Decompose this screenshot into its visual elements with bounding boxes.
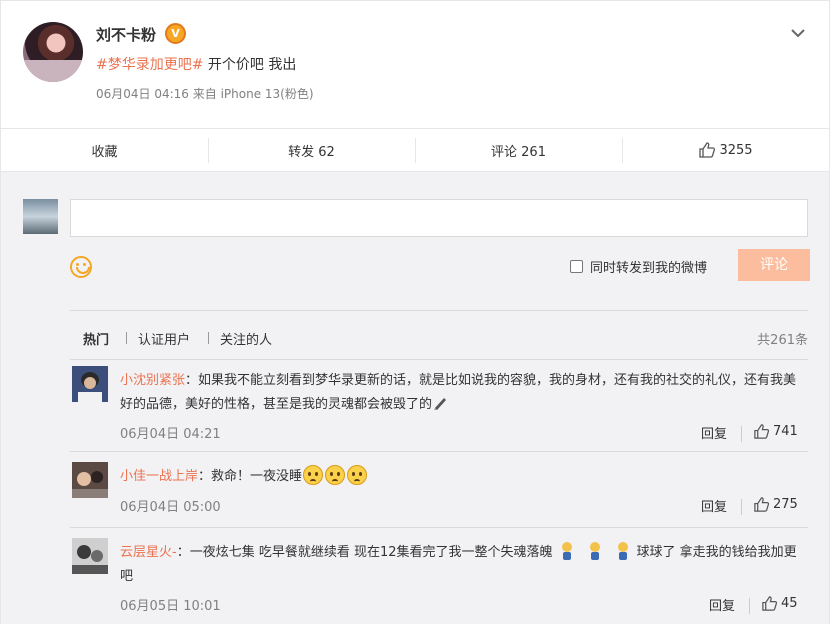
comment-text: ：救命！一夜没睡 <box>198 469 303 484</box>
comment-body: 小沈别紧张：如果我不能立刻看到梦华录更新的话，就是比如说我的容貌，我的身材，还有… <box>120 369 804 417</box>
figure-emoji-icon <box>617 542 628 560</box>
comment-like-button[interactable]: 45 <box>761 595 798 612</box>
post-action-bar: 收藏 转发 62 评论 261 3255 <box>0 128 830 172</box>
comment-like-count: 275 <box>773 497 798 512</box>
forward-label[interactable]: 同时转发到我的微博 <box>590 257 707 276</box>
filter-verified[interactable]: 认证用户 <box>138 329 190 348</box>
reply-button[interactable]: 回复 <box>701 496 727 515</box>
figure-emoji-icon <box>589 542 600 560</box>
chevron-down-icon[interactable] <box>788 25 808 41</box>
post-body: 开个价吧 我出 <box>203 57 297 73</box>
repost-button[interactable]: 转发 62 <box>208 129 415 171</box>
repost-label: 转发 62 <box>288 144 335 160</box>
comment-text: ：如果我不能立刻看到梦华录更新的话，就是比如说我的容貌，我的身材，还有我的社交的… <box>120 373 797 412</box>
comment-time: 06月04日 04:21 <box>120 427 221 442</box>
current-user-avatar <box>23 199 58 234</box>
verified-badge-icon: V <box>165 23 186 44</box>
divider <box>749 598 750 614</box>
comment-like-count: 741 <box>773 424 798 439</box>
divider <box>741 426 742 442</box>
emoji-picker-icon[interactable] <box>70 256 92 278</box>
filter-divider <box>208 332 209 344</box>
comment-like-button[interactable]: 741 <box>753 423 798 440</box>
comment-section: 同时转发到我的微博 评论 热门 认证用户 关注的人 共261条 小沈别紧张：如果… <box>0 172 830 624</box>
comment-filter-bar: 热门 认证用户 关注的人 共261条 <box>70 310 808 360</box>
forward-checkbox[interactable] <box>570 260 583 273</box>
reply-button[interactable]: 回复 <box>701 423 727 442</box>
post-header: 刘不卡粉 V #梦华录加更吧# 开个价吧 我出 06月04日 04:16 来自 … <box>0 0 830 128</box>
favorite-label: 收藏 <box>91 144 118 160</box>
comment-username[interactable]: 小佳一战上岸 <box>120 469 198 484</box>
comment-body: 小佳一战上岸：救命！一夜没睡 <box>120 465 804 489</box>
sad-emoji-icon <box>325 465 346 485</box>
figure-emoji-icon <box>561 542 572 560</box>
favorite-button[interactable]: 收藏 <box>1 129 208 171</box>
reply-button[interactable]: 回复 <box>709 595 735 614</box>
like-count: 3255 <box>719 142 753 158</box>
comment-avatar[interactable] <box>72 366 108 402</box>
comment-text: ：一夜炫七集 吃早餐就继续看 现在12集看完了我一整个失魂落魄 <box>176 545 553 560</box>
thumbs-up-icon <box>699 142 716 158</box>
comment-avatar[interactable] <box>72 462 108 498</box>
comment-item: 云层星火-：一夜炫七集 吃早餐就继续看 现在12集看完了我一整个失魂落魄 球球了 … <box>70 538 808 624</box>
post-meta: 06月04日 04:16 来自 iPhone 13(粉色) <box>96 87 314 101</box>
comment-button[interactable]: 评论 261 <box>415 129 622 171</box>
thumbs-up-icon <box>754 424 770 439</box>
thumbs-up-icon <box>754 497 770 512</box>
post-text: #梦华录加更吧# 开个价吧 我出 <box>96 54 296 74</box>
comment-time: 06月05日 10:01 <box>120 599 221 614</box>
submit-comment-button[interactable]: 评论 <box>738 249 810 281</box>
comment-like-count: 45 <box>781 596 798 611</box>
comment-body: 云层星火-：一夜炫七集 吃早餐就继续看 现在12集看完了我一整个失魂落魄 球球了 … <box>120 541 804 589</box>
filter-following[interactable]: 关注的人 <box>220 329 272 348</box>
comment-like-button[interactable]: 275 <box>753 496 798 513</box>
comment-total: 共261条 <box>757 333 808 348</box>
post-hashtag[interactable]: #梦华录加更吧# <box>96 57 203 73</box>
sad-emoji-icon <box>347 465 368 485</box>
comment-input[interactable] <box>70 199 808 237</box>
like-button[interactable]: 3255 <box>622 129 829 171</box>
thumbs-up-icon <box>762 596 778 611</box>
author-name[interactable]: 刘不卡粉 <box>96 24 156 45</box>
comment-username[interactable]: 小沈别紧张 <box>120 373 185 388</box>
filter-hot[interactable]: 热门 <box>83 329 109 348</box>
comment-username[interactable]: 云层星火- <box>120 545 177 560</box>
comment-item: 小沈别紧张：如果我不能立刻看到梦华录更新的话，就是比如说我的容貌，我的身材，还有… <box>70 366 808 452</box>
weibo-post-card: 刘不卡粉 V #梦华录加更吧# 开个价吧 我出 06月04日 04:16 来自 … <box>0 0 830 624</box>
comment-item: 小佳一战上岸：救命！一夜没睡 06月04日 05:00 回复 275 <box>70 462 808 528</box>
divider <box>741 499 742 515</box>
sad-emoji-icon <box>303 465 324 485</box>
author-avatar[interactable] <box>23 22 83 82</box>
comment-time: 06月04日 05:00 <box>120 500 221 515</box>
filter-divider <box>126 332 127 344</box>
comment-label: 评论 261 <box>491 144 546 160</box>
pen-emoji-icon <box>434 398 447 410</box>
comment-avatar[interactable] <box>72 538 108 574</box>
